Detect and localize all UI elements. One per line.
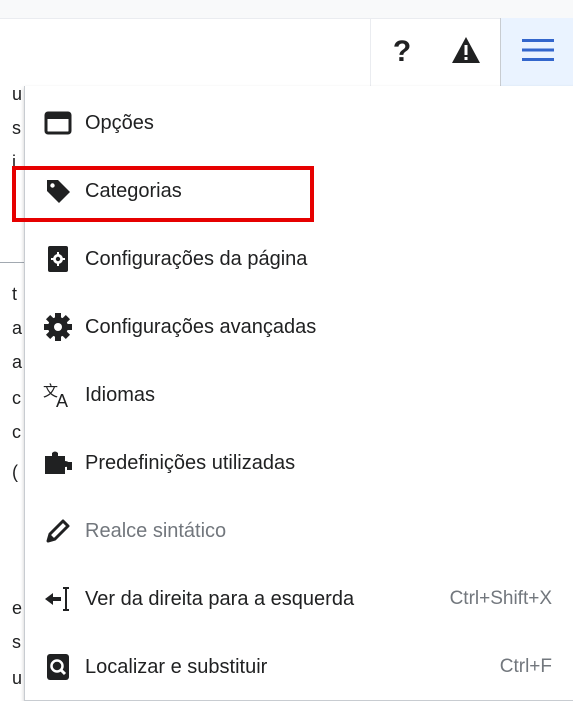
background-text-fragment: s — [12, 632, 21, 652]
background-text-fragment: ( — [12, 462, 18, 482]
menu-item-languages[interactable]: 文 A Idiomas — [25, 361, 573, 429]
background-text-fragment: s — [12, 118, 21, 138]
toolbar-top-strip — [0, 0, 573, 19]
page-options-menu-button[interactable] — [500, 18, 573, 86]
help-icon: ? — [392, 35, 412, 68]
editor-toolbar: ? — [0, 0, 573, 88]
hamburger-menu-icon — [521, 37, 554, 68]
background-text-fragment: u — [12, 84, 23, 104]
menu-item-syntax-highlighting[interactable]: Realce sintático — [25, 497, 573, 565]
menu-item-advanced-settings[interactable]: Configurações avançadas — [25, 293, 573, 361]
page-settings-icon — [41, 242, 75, 276]
gear-icon — [41, 310, 75, 344]
menu-item-label: Localizar e substituir — [85, 655, 268, 678]
menu-item-shortcut: Ctrl+Shift+X — [449, 588, 552, 609]
menu-item-label: Predefinições utilizadas — [85, 451, 296, 474]
menu-item-label: Ver da direita para a esquerda — [85, 587, 355, 610]
pencil-icon — [41, 514, 75, 548]
menu-item-find-replace[interactable]: Localizar e substituir Ctrl+F — [25, 633, 573, 701]
menu-item-label: Realce sintático — [85, 519, 227, 542]
menu-item-label: Configurações da página — [85, 247, 308, 270]
menu-item-page-settings[interactable]: Configurações da página — [25, 225, 573, 293]
warning-icon — [451, 36, 481, 69]
puzzle-icon — [41, 446, 75, 480]
background-text-fragment: a — [12, 318, 23, 338]
menu-item-label: Configurações avançadas — [85, 315, 317, 338]
background-text-fragment: a — [12, 352, 23, 372]
text-direction-icon — [41, 582, 75, 616]
menu-item-label: Opções — [85, 111, 154, 134]
notices-button[interactable] — [434, 18, 498, 86]
background-text-fragment: t — [12, 284, 18, 304]
find-replace-icon — [41, 650, 75, 684]
menu-item-options[interactable]: Opções — [25, 89, 573, 157]
background-text-fragment: c — [12, 422, 21, 442]
language-icon: 文 A — [41, 378, 75, 412]
background-divider — [0, 262, 24, 263]
menu-item-label: Idiomas — [85, 383, 156, 406]
help-button[interactable]: ? — [370, 18, 434, 86]
svg-text:A: A — [56, 391, 68, 409]
menu-item-templates-used[interactable]: Predefinições utilizadas — [25, 429, 573, 497]
background-text-fragment: c — [12, 388, 21, 408]
highlight-box — [12, 166, 314, 222]
background-text-fragment: e — [12, 598, 23, 618]
window-icon — [41, 106, 75, 140]
background-text-fragment: u — [12, 668, 23, 688]
menu-item-shortcut: Ctrl+F — [499, 656, 552, 677]
menu-item-view-rtl[interactable]: Ver da direita para a esquerda Ctrl+Shif… — [25, 565, 573, 633]
